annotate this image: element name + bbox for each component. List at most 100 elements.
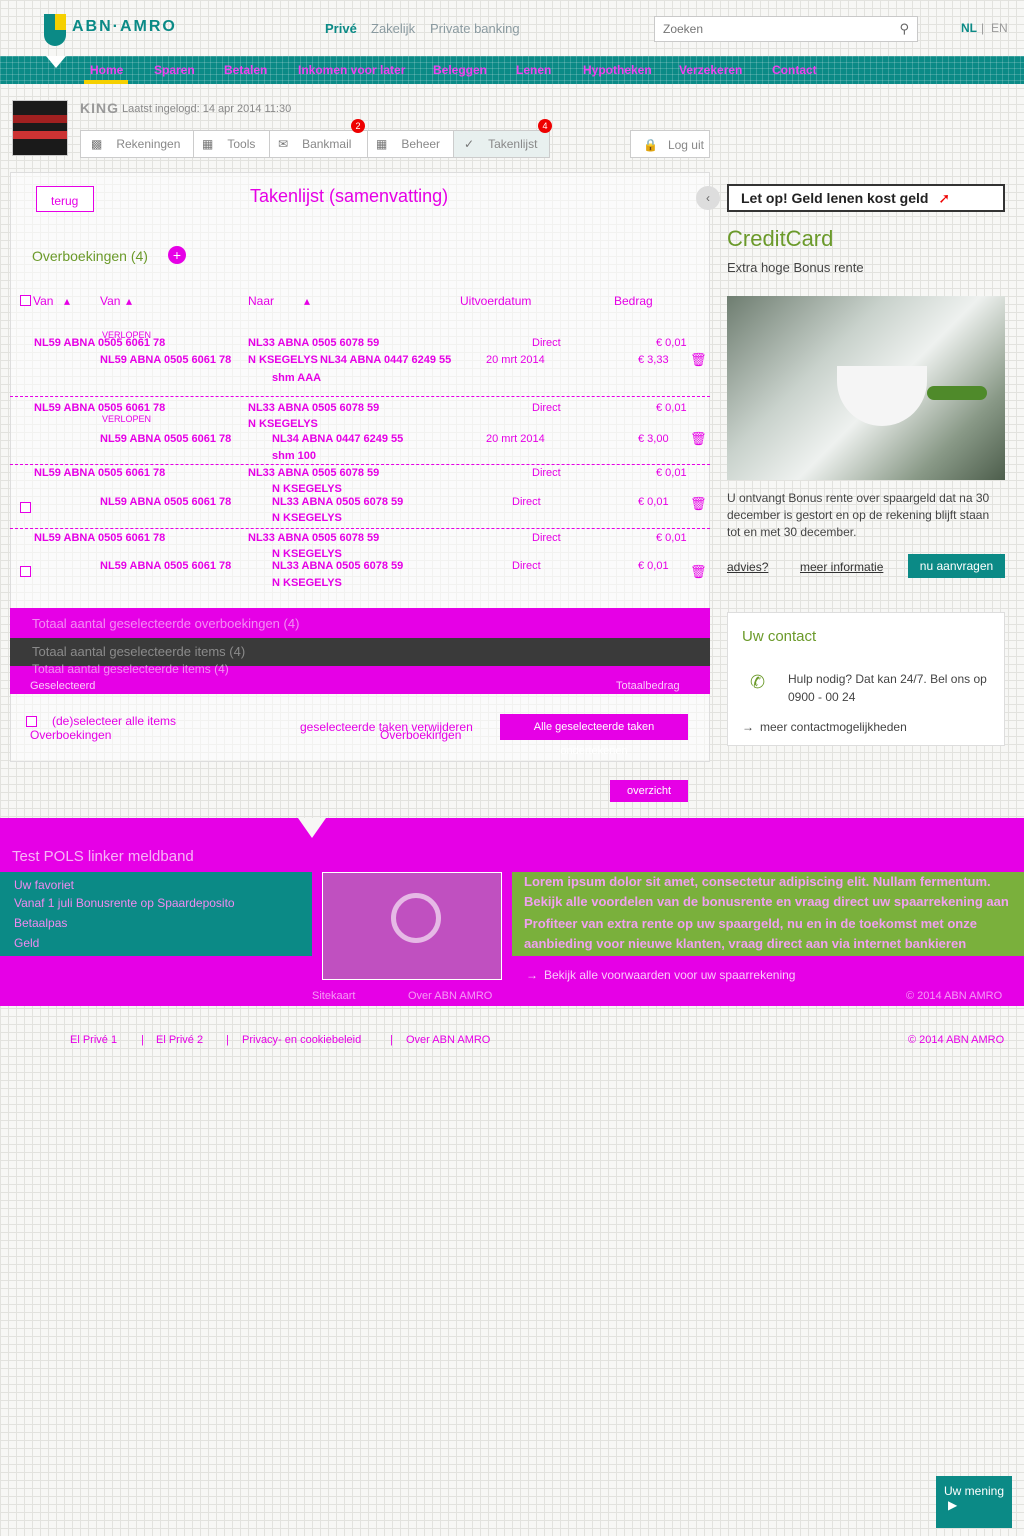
- feedback-label: Uw mening: [944, 1484, 1005, 1498]
- more-contact-link[interactable]: → meer contactmogelijkheden: [742, 720, 907, 734]
- row-amount: € 0,01: [638, 560, 669, 572]
- row-van-account: NL59 ABNA 0505 6061 78: [34, 532, 166, 544]
- row-amount: € 0,01: [656, 337, 687, 349]
- footer-teal-item[interactable]: Betaalpas: [14, 916, 67, 930]
- row-naar-account: NL34 ABNA 0447 6249 55: [272, 433, 404, 445]
- footer-notch: [298, 818, 326, 838]
- trash-icon[interactable]: 🗑: [690, 352, 707, 368]
- abn-amro-shield-logo[interactable]: [44, 14, 66, 46]
- more-info-link[interactable]: meer informatie: [800, 560, 883, 574]
- building-icon: ▦: [376, 137, 388, 151]
- search-icon[interactable]: ⚲: [899, 21, 909, 37]
- row-naar-name: N KSEGELYS: [272, 483, 342, 495]
- abn-amro-logo-text[interactable]: ABN·AMRO: [72, 18, 177, 36]
- deselect-all-checkbox[interactable]: [26, 716, 37, 727]
- tab-beheer[interactable]: ▦ Beheer: [368, 131, 454, 157]
- bottom-link-about[interactable]: Over ABN AMRO: [406, 1034, 490, 1046]
- row-van-account: NL59 ABNA 0505 6061 78: [100, 496, 232, 508]
- bottom-link-prive-2[interactable]: El Privé 2: [156, 1034, 203, 1046]
- row-naar-name: N KSEGELYS: [272, 577, 342, 589]
- row-date: Direct: [532, 337, 561, 349]
- mainnav-sparen[interactable]: Sparen: [154, 63, 195, 77]
- arrow-right-icon: →: [742, 720, 754, 734]
- mainnav-home[interactable]: Home: [90, 63, 123, 77]
- tab-rekeningen[interactable]: ▩ Rekeningen: [81, 131, 194, 157]
- tab-bankmail[interactable]: ✉ Bankmail: [270, 131, 368, 157]
- column-header-bedrag[interactable]: Bedrag: [614, 294, 653, 308]
- advice-link[interactable]: advies?: [727, 560, 768, 574]
- row-naar-name: N KSEGELYS: [272, 548, 342, 560]
- overview-button[interactable]: overzicht: [610, 780, 688, 802]
- row-naar-account: NL34 ABNA 0447 6249 55: [320, 354, 452, 366]
- column-header-uitvoerdatum[interactable]: Uitvoerdatum: [460, 294, 531, 308]
- lang-nl-link[interactable]: NL: [961, 21, 977, 35]
- footer-teal-item[interactable]: Geld: [14, 936, 39, 950]
- back-button[interactable]: terug: [36, 186, 94, 212]
- nav-pointer-notch: [46, 56, 66, 68]
- bottom-link-privacy[interactable]: Privacy- en cookiebeleid: [242, 1034, 361, 1046]
- footer-sitemap-link[interactable]: Sitekaart: [312, 990, 355, 1002]
- column-header-naar[interactable]: Naar: [248, 294, 274, 308]
- bankmail-count-badge: 2: [351, 119, 365, 133]
- row-checkbox[interactable]: [20, 566, 31, 577]
- mainnav-inkomen-voor-later[interactable]: Inkomen voor later: [298, 63, 405, 77]
- column-header-van[interactable]: Van: [33, 294, 53, 308]
- sign-selected-button[interactable]: Alle geselecteerde taken ondertekenen: [500, 714, 688, 757]
- tab-label: Beheer: [401, 137, 441, 151]
- search-input[interactable]: [655, 17, 875, 41]
- mainnav-verzekeren[interactable]: Verzekeren: [679, 63, 742, 77]
- mainnav-beleggen[interactable]: Beleggen: [433, 63, 487, 77]
- footer-green-block: Lorem ipsum dolor sit amet, consectetur …: [512, 872, 1024, 956]
- footer-copyright: © 2014 ABN AMRO: [906, 990, 1003, 1002]
- row-naar-name: shm 100: [272, 450, 317, 462]
- footer-about-link[interactable]: Over ABN AMRO: [408, 990, 492, 1002]
- row-divider: [10, 396, 710, 397]
- phone-icon: ✆: [750, 672, 766, 692]
- collapse-icon[interactable]: ‹: [696, 186, 720, 210]
- row-date: Direct: [512, 560, 541, 572]
- tab-takenlijst[interactable]: ✓ Takenlijst: [454, 131, 549, 157]
- footer-green-line: Lorem ipsum dolor sit amet, consectetur …: [524, 874, 991, 889]
- select-all-checkbox[interactable]: [20, 295, 31, 306]
- add-icon[interactable]: +: [168, 246, 186, 264]
- topnav-zakelijk[interactable]: Zakelijk: [371, 21, 415, 36]
- footer-conditions-link[interactable]: → Bekijk alle voorwaarden voor uw spaarre…: [526, 968, 795, 982]
- user-avatar[interactable]: [12, 100, 68, 156]
- row-naar-name: N KSEGELYS: [272, 512, 342, 524]
- feedback-button[interactable]: Uw mening ▶: [936, 1476, 1012, 1528]
- sort-arrow-icon[interactable]: ▴: [126, 294, 132, 308]
- trash-icon[interactable]: 🗑: [690, 564, 707, 580]
- deselect-all-link[interactable]: (de)selecteer alle items: [52, 714, 176, 728]
- bottom-link-prive-1[interactable]: El Privé 1: [70, 1034, 117, 1046]
- footer-teal-item[interactable]: Uw favoriet: [14, 878, 74, 892]
- tab-tools[interactable]: ▦ Tools: [194, 131, 270, 157]
- row-checkbox[interactable]: [20, 502, 31, 513]
- arrow-right-icon: →: [526, 968, 538, 982]
- row-naar-account: NL33 ABNA 0505 6078 59: [248, 402, 380, 414]
- sort-arrow-icon[interactable]: ▴: [304, 294, 310, 308]
- row-naar-account: NL33 ABNA 0505 6078 59: [248, 532, 380, 544]
- logout-button[interactable]: 🔒 Log uit: [630, 130, 710, 158]
- topnav-prive[interactable]: Privé: [325, 21, 357, 36]
- footer-teal-block: Uw favoriet Vanaf 1 juli Bonusrente op S…: [0, 872, 312, 956]
- sort-arrow-icon[interactable]: ▴: [64, 294, 70, 308]
- topnav-private-banking[interactable]: Private banking: [430, 21, 520, 36]
- apply-now-button[interactable]: nu aanvragen: [908, 554, 1005, 578]
- lock-icon: 🔒: [643, 138, 658, 152]
- promo-banner[interactable]: Let op! Geld lenen kost geld ➚: [727, 184, 1005, 212]
- lang-en-link[interactable]: EN: [991, 21, 1008, 35]
- mainnav-betalen[interactable]: Betalen: [224, 63, 267, 77]
- mainnav-lenen[interactable]: Lenen: [516, 63, 551, 77]
- tab-label: Bankmail: [302, 137, 352, 151]
- row-date: Direct: [532, 532, 561, 544]
- mainnav-hypotheken[interactable]: Hypotheken: [583, 63, 652, 77]
- trash-icon[interactable]: 🗑: [690, 431, 707, 447]
- tab-label: Takenlijst: [488, 137, 538, 151]
- mainnav-contact[interactable]: Contact: [772, 63, 817, 77]
- totals-band: Totaal aantal geselecteerde items (4) Ge…: [10, 662, 710, 694]
- row-status-label: VERLOPEN: [102, 330, 152, 340]
- contact-title: Uw contact: [742, 628, 817, 645]
- trash-icon[interactable]: 🗑: [690, 496, 707, 512]
- footer-teal-item[interactable]: Vanaf 1 juli Bonusrente op Spaardeposito: [14, 896, 235, 910]
- column-header-van-2[interactable]: Van: [100, 294, 120, 308]
